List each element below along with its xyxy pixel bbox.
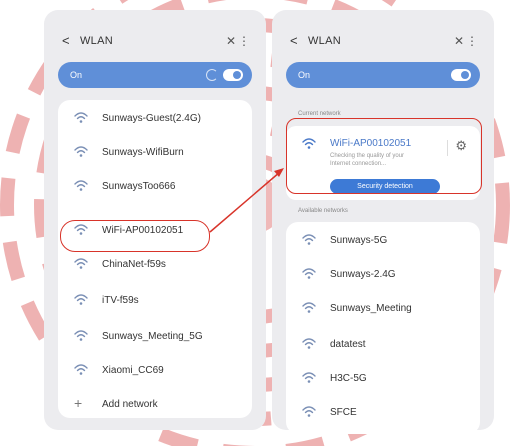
annotation-arrow (209, 168, 284, 233)
